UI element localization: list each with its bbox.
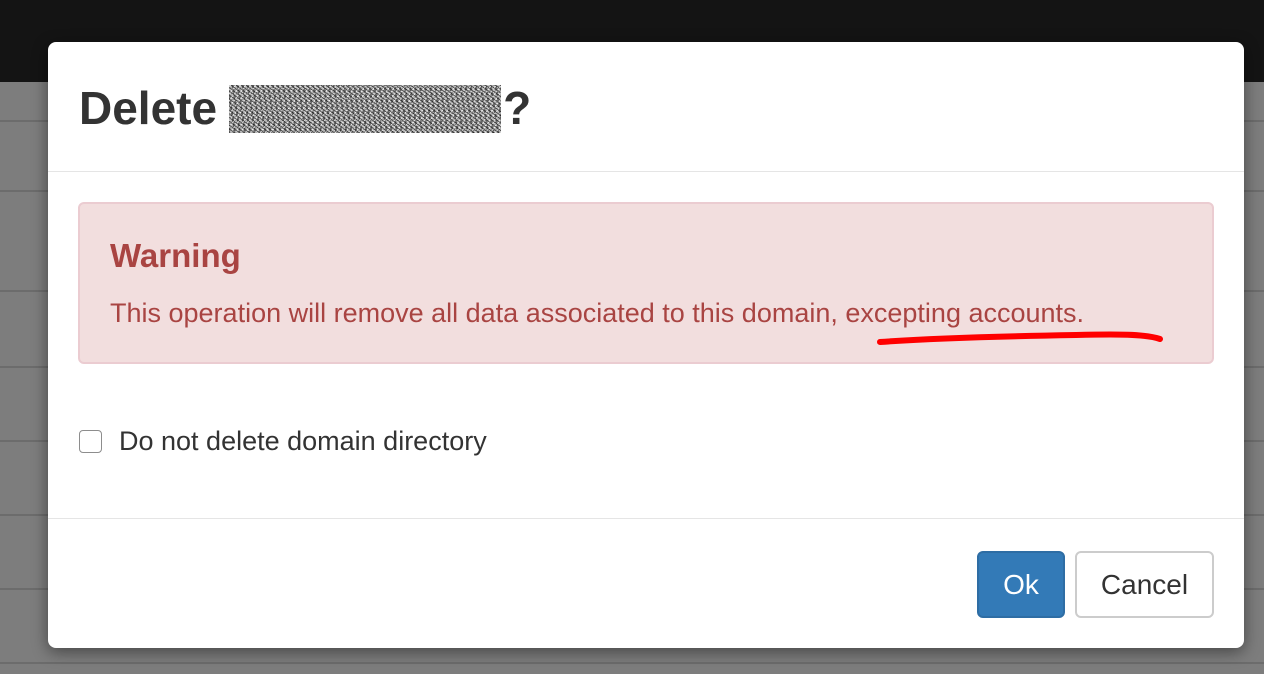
do-not-delete-directory-label[interactable]: Do not delete domain directory [119,426,487,456]
ok-button[interactable]: Ok [977,551,1065,618]
redacted-domain-name [229,85,502,133]
cancel-button[interactable]: Cancel [1075,551,1214,618]
alert-message: This operation will remove all data asso… [110,296,1084,330]
delete-domain-modal: Delete? Warning This operation will remo… [48,42,1244,648]
do-not-delete-directory-checkbox[interactable] [79,429,102,453]
alert-message-main: This operation will remove all data asso… [110,298,846,328]
alert-heading: Warning [110,237,241,274]
backdrop-row-divider [0,662,1264,664]
modal-footer: Ok Cancel [48,518,1244,648]
warning-alert: Warning This operation will remove all d… [78,202,1214,364]
modal-header: Delete? [48,42,1244,172]
modal-title-prefix: Delete [79,82,218,134]
do-not-delete-directory-option[interactable]: Do not delete domain directory [79,426,487,456]
alert-message-highlight: excepting accounts. [845,298,1085,328]
modal-title-suffix: ? [503,82,532,134]
red-underline-annotation [877,331,1163,345]
modal-title: Delete? [79,82,531,134]
